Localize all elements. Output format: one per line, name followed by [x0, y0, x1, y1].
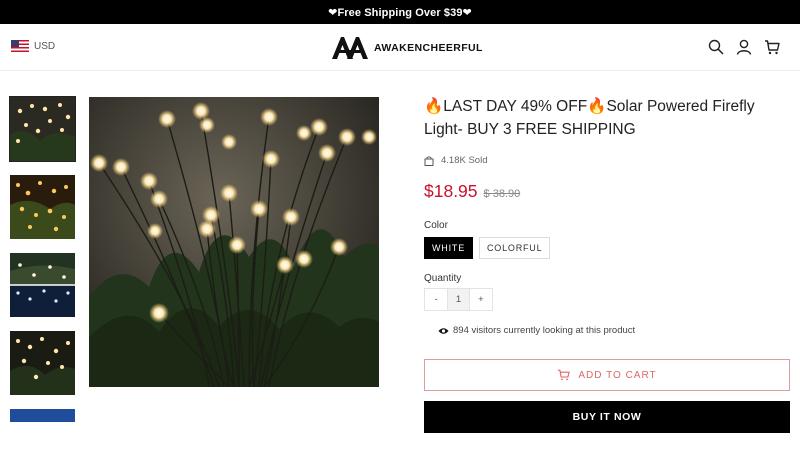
visitors-notice: 894 visitors currently looking at this p…	[438, 325, 790, 336]
cart-icon[interactable]	[764, 39, 780, 55]
brand-name: AWAKENCHEERFUL	[374, 42, 483, 54]
buy-now-label: BUY IT NOW	[572, 411, 642, 423]
brand-mark-icon	[332, 37, 368, 59]
thumbnail-5[interactable]	[10, 409, 75, 422]
compare-at-price: $ 38.90	[483, 188, 521, 200]
quantity-decrease-button[interactable]: -	[425, 289, 447, 310]
currency-selector[interactable]: USD	[11, 40, 55, 52]
thumbnail-3[interactable]	[10, 253, 75, 317]
variant-white[interactable]: WHITE	[424, 237, 473, 259]
visitors-text: 894 visitors currently looking at this p…	[453, 325, 636, 336]
product-details: 🔥LAST DAY 49% OFF🔥Solar Powered Firefly …	[424, 95, 790, 433]
eye-icon	[438, 327, 449, 334]
cart-icon	[558, 369, 571, 381]
quantity-label: Quantity	[424, 273, 462, 284]
site-header: USD AWAKENCHEERFUL	[0, 24, 800, 71]
color-options: WHITE COLORFUL	[424, 237, 790, 259]
sold-count: 4.18K Sold	[424, 155, 790, 166]
price-block: $18.95 $ 38.90	[424, 181, 790, 202]
product-title: 🔥LAST DAY 49% OFF🔥Solar Powered Firefly …	[424, 98, 755, 138]
thumbnail-4[interactable]	[10, 331, 75, 395]
announcement-text: ❤Free Shipping Over $39❤	[328, 6, 472, 19]
announcement-bar: ❤Free Shipping Over $39❤	[0, 0, 800, 24]
add-to-cart-label: ADD TO CART	[578, 369, 657, 381]
sale-price: $18.95	[424, 181, 478, 201]
add-to-cart-button[interactable]: ADD TO CART	[424, 359, 790, 391]
currency-label: USD	[34, 40, 56, 52]
quantity-input[interactable]: 1	[447, 289, 470, 310]
variant-colorful[interactable]: COLORFUL	[479, 237, 551, 259]
quantity-increase-button[interactable]: +	[470, 289, 492, 310]
quantity-stepper: - 1 +	[424, 288, 493, 311]
color-label: Color	[424, 220, 448, 231]
bag-icon	[424, 155, 434, 166]
account-icon[interactable]	[736, 39, 752, 55]
sold-count-text: 4.18K Sold	[441, 155, 488, 166]
brand-logo[interactable]: AWAKENCHEERFUL	[332, 36, 483, 60]
main-product-image[interactable]	[89, 97, 379, 387]
search-icon[interactable]	[708, 39, 724, 55]
us-flag-icon	[11, 40, 29, 52]
buy-now-button[interactable]: BUY IT NOW	[424, 401, 790, 433]
thumbnail-2[interactable]	[10, 175, 75, 239]
thumbnail-list	[9, 96, 76, 436]
thumbnail-1[interactable]	[9, 96, 76, 162]
